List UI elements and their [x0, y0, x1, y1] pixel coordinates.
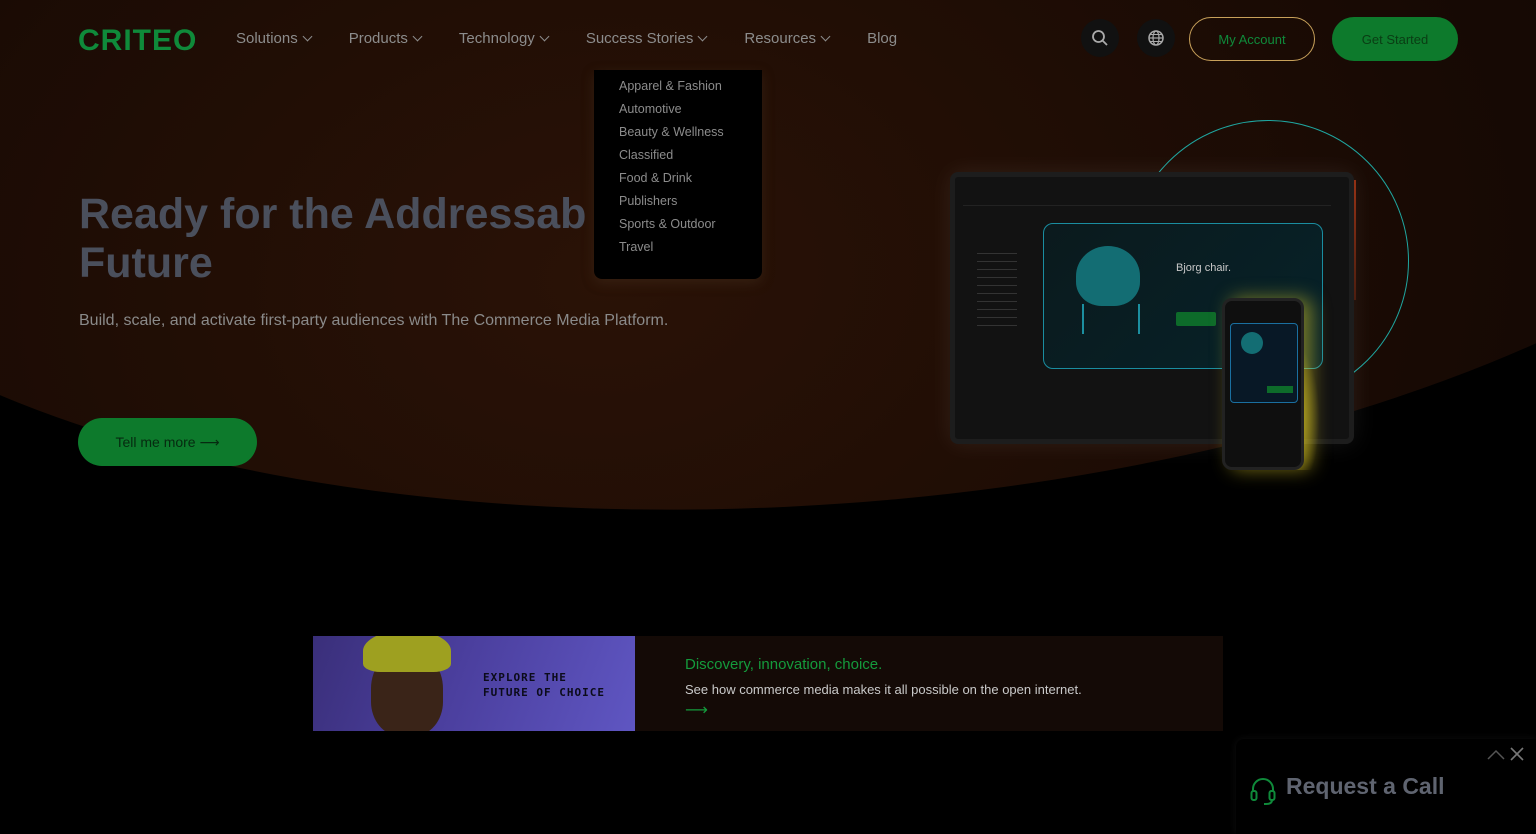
nav-item-resources[interactable]: Resources [744, 30, 831, 47]
dropdown-item-beauty-wellness[interactable]: Beauty & Wellness [619, 124, 762, 147]
top-navigation: CRITEO Solutions Products Technology Suc… [0, 0, 1536, 80]
tell-me-more-button[interactable]: Tell me more ⟶ [78, 418, 257, 466]
get-started-button[interactable]: Get Started [1332, 17, 1458, 61]
hero-title-line2: Future [79, 239, 213, 287]
nav-item-technology[interactable]: Technology [458, 30, 550, 47]
chevron-down-icon [302, 31, 313, 42]
dropdown-item-travel[interactable]: Travel [619, 239, 762, 262]
nav-item-solutions[interactable]: Solutions [236, 30, 313, 47]
headset-icon [1250, 778, 1276, 805]
dropdown-item-apparel-fashion[interactable]: Apparel & Fashion [619, 78, 762, 101]
nav-item-success-stories[interactable]: Success Stories [585, 30, 708, 47]
phone-chair-image [1241, 332, 1263, 354]
banner-description: See how commerce media makes it all poss… [685, 682, 1082, 697]
hero-title-line1: Ready for the Addressab [79, 190, 587, 238]
banner-tag-line1: EXPLORE THE [483, 671, 567, 684]
nav-item-label: Success Stories [585, 30, 694, 47]
request-call-widget[interactable]: Request a Call [1236, 739, 1536, 834]
device-illustration: Bjorg chair. [940, 110, 1420, 510]
globe-icon [1148, 30, 1164, 46]
phone-cart-mock [1267, 386, 1293, 393]
nav-item-label: Products [348, 30, 408, 47]
dropdown-item-sports-outdoor[interactable]: Sports & Outdoor [619, 216, 762, 239]
chair-legs [1082, 304, 1140, 334]
my-account-button[interactable]: My Account [1189, 17, 1315, 61]
dropdown-item-automotive[interactable]: Automotive [619, 101, 762, 124]
nav-item-label: Resources [744, 30, 817, 47]
success-stories-dropdown: Apparel & Fashion Automotive Beauty & We… [594, 70, 762, 279]
hero-title: Ready for the Addressab Future [79, 190, 639, 288]
request-call-title[interactable]: Request a Call [1286, 773, 1445, 800]
promo-banner[interactable]: EXPLORE THE FUTURE OF CHOICE Discovery, … [313, 636, 1223, 731]
nav-item-products[interactable]: Products [348, 30, 423, 47]
banner-image-tag: EXPLORE THE FUTURE OF CHOICE [483, 670, 605, 700]
nav-item-blog[interactable]: Blog [867, 30, 897, 47]
chevron-down-icon [539, 31, 550, 42]
criteo-logo[interactable]: CRITEO [78, 24, 197, 58]
dropdown-item-food-drink[interactable]: Food & Drink [619, 170, 762, 193]
chevron-down-icon [697, 31, 708, 42]
chevron-up-icon[interactable] [1486, 749, 1506, 761]
banner-title: Discovery, innovation, choice. [685, 656, 883, 673]
main-menu: Solutions Products Technology Success St… [236, 30, 935, 47]
add-to-cart-mock [1176, 312, 1216, 326]
search-button[interactable] [1081, 19, 1119, 57]
nav-item-label: Blog [867, 30, 898, 47]
phone-mockup [1222, 298, 1304, 470]
language-button[interactable] [1137, 19, 1175, 57]
phone-product-card [1230, 323, 1298, 403]
search-icon [1092, 30, 1108, 46]
nav-item-label: Solutions [236, 30, 298, 47]
banner-tag-line2: FUTURE OF CHOICE [483, 686, 605, 699]
dropdown-item-publishers[interactable]: Publishers [619, 193, 762, 216]
chair-image [1076, 246, 1140, 306]
hero-subtitle: Build, scale, and activate first-party a… [79, 312, 669, 329]
laptop-navbar [963, 187, 1331, 206]
laptop-filter-list [977, 253, 1027, 363]
close-icon[interactable] [1510, 747, 1524, 761]
chevron-down-icon [412, 31, 423, 42]
banner-image: EXPLORE THE FUTURE OF CHOICE [313, 636, 635, 731]
product-name: Bjorg chair. [1176, 262, 1232, 274]
banner-headpiece [363, 636, 451, 672]
arrow-right-icon[interactable]: ⟶ [685, 700, 708, 720]
nav-item-label: Technology [458, 30, 535, 47]
dropdown-item-classified[interactable]: Classified [619, 147, 762, 170]
chevron-down-icon [820, 31, 831, 42]
